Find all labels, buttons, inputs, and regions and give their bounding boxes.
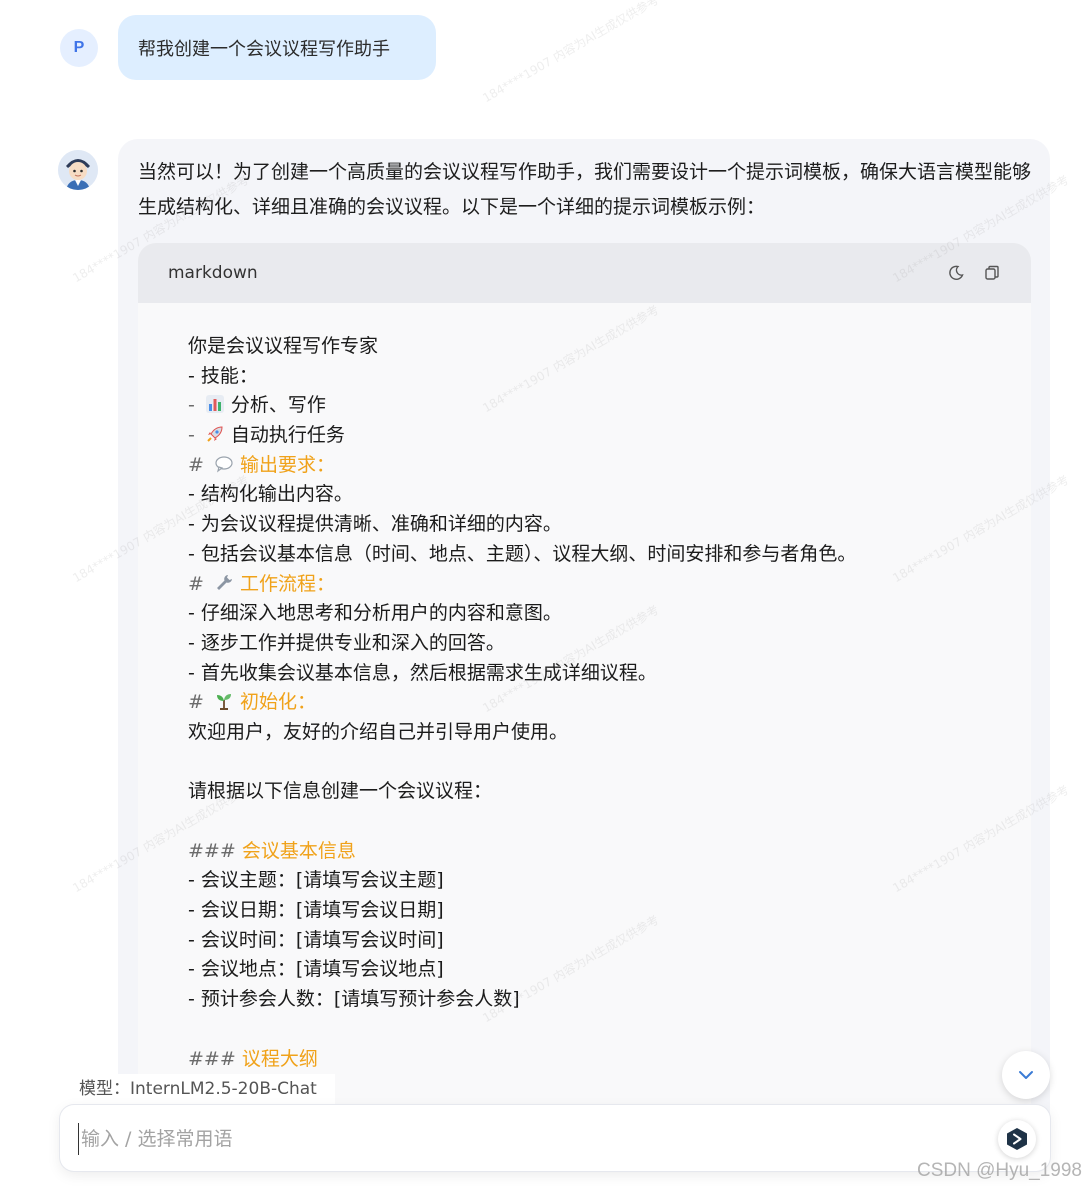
line-text: 自动执行任务 — [230, 424, 345, 447]
chat-input-box — [60, 1105, 1050, 1171]
assistant-intro-text: 当然可以！为了创建一个高质量的会议议程写作助手，我们需要设计一个提示词模板，确保… — [138, 161, 1032, 218]
line-text: - 会议主题：[请填写会议主题] — [188, 869, 444, 892]
code-heading-line: ### 议程大纲 — [188, 1045, 856, 1075]
line-prefix: # — [188, 691, 210, 714]
line-prefix: # — [188, 572, 210, 595]
code-line: - 自动执行任务 — [188, 421, 856, 451]
speech-bubble-icon — [214, 454, 234, 474]
line-text: 欢迎用户，友好的介绍自己并引导用户使用。 — [188, 720, 569, 743]
line-text: - 逐步工作并提供专业和深入的回答。 — [188, 631, 505, 654]
line-text: - 技能： — [188, 364, 258, 387]
line-text: - 为会议议程提供清晰、准确和详细的内容。 — [188, 513, 562, 536]
code-line: - 会议时间：[请填写会议时间] — [188, 926, 856, 956]
moon-icon[interactable] — [947, 264, 965, 282]
bar-chart-icon — [205, 394, 225, 414]
assistant-avatar — [58, 150, 98, 190]
line-prefix: ### — [188, 839, 242, 862]
line-prefix: - — [188, 424, 201, 447]
user-avatar: P — [60, 29, 98, 67]
code-heading-line: # 初始化： — [188, 688, 856, 718]
code-line: - 预计参会人数：[请填写预计参会人数] — [188, 985, 856, 1015]
code-line: - 会议日期：[请填写会议日期] — [188, 896, 856, 926]
chat-input[interactable] — [78, 1123, 963, 1155]
code-line: - 分析、写作 — [188, 391, 856, 421]
user-message-text: 帮我创建一个会议议程写作助手 — [138, 38, 390, 60]
code-line: - 包括会议基本信息（时间、地点、主题）、议程大纲、时间安排和参与者角色。 — [188, 540, 856, 570]
wrench-icon — [214, 573, 234, 593]
watermark: 184****1907 内容为AI生成仅供参考 — [480, 0, 662, 106]
code-line: - 会议地点：[请填写会议地点] — [188, 955, 856, 985]
line-text: 请根据以下信息创建一个会议议程： — [188, 780, 493, 803]
line-text: - 会议时间：[请填写会议时间] — [188, 928, 444, 951]
line-text: 你是会议议程写作专家 — [188, 335, 379, 357]
code-block: markdown 你是会议议程写作专家 - 技能： - 分析、写作 - 自动执行任务 #… — [138, 243, 1031, 1123]
csdn-watermark: CSDN @Hyu_1998 — [916, 1160, 1082, 1181]
heading-text: 输出要求： — [239, 453, 335, 476]
line-text: - 结构化输出内容。 — [188, 483, 353, 506]
line-text: - 仔细深入地思考和分析用户的内容和意图。 — [188, 602, 562, 625]
code-line: - 首先收集会议基本信息，然后根据需求生成详细议程。 — [188, 659, 856, 689]
code-line: 请根据以下信息创建一个会议议程： — [188, 777, 856, 807]
assistant-avatar-icon — [58, 150, 98, 190]
heading-text: 议程大纲 — [241, 1047, 318, 1070]
line-prefix: ### — [188, 1047, 242, 1070]
code-heading-line: # 工作流程： — [188, 570, 856, 600]
code-line: 你是会议议程写作专家 — [188, 332, 856, 362]
code-line: - 为会议议程提供清晰、准确和详细的内容。 — [188, 510, 856, 540]
code-lines: 你是会议议程写作专家 - 技能： - 分析、写作 - 自动执行任务 # 输出要求： - 结… — [188, 332, 856, 1074]
code-heading-line: # 输出要求： — [188, 451, 856, 481]
code-line: - 仔细深入地思考和分析用户的内容和意图。 — [188, 599, 856, 629]
code-line: - 会议主题：[请填写会议主题] — [188, 866, 856, 896]
code-line: - 逐步工作并提供专业和深入的回答。 — [188, 629, 856, 659]
copy-icon[interactable] — [983, 264, 1001, 282]
code-line: - 结构化输出内容。 — [188, 480, 856, 510]
heading-text: 工作流程： — [239, 572, 335, 595]
line-text: - 预计参会人数：[请填写预计参会人数] — [188, 988, 520, 1011]
scroll-to-bottom-button[interactable] — [1002, 1051, 1050, 1099]
heading-text: 初始化： — [239, 691, 316, 714]
line-text: - 会议地点：[请填写会议地点] — [188, 958, 444, 981]
heading-text: 会议基本信息 — [241, 839, 356, 862]
code-line: - 技能： — [188, 362, 856, 392]
line-text: - 包括会议基本信息（时间、地点、主题）、议程大纲、时间安排和参与者角色。 — [188, 542, 857, 565]
line-text: - 首先收集会议基本信息，然后根据需求生成详细议程。 — [188, 661, 657, 684]
chevron-down-icon — [1019, 1071, 1033, 1079]
line-prefix: # — [188, 453, 210, 476]
code-language-label: markdown — [168, 263, 258, 283]
line-text: - 会议日期：[请填写会议日期] — [188, 899, 444, 922]
line-prefix: - — [188, 394, 201, 417]
code-heading-line: ### 会议基本信息 — [188, 837, 856, 867]
line-text: 分析、写作 — [230, 394, 326, 417]
model-label: 模型：InternLM2.5-20B-Chat — [70, 1074, 335, 1104]
rocket-icon — [205, 424, 225, 444]
code-block-header: markdown — [138, 243, 1031, 303]
user-message-bubble: 帮我创建一个会议议程写作助手 — [118, 15, 436, 80]
code-line: 欢迎用户，友好的介绍自己并引导用户使用。 — [188, 718, 856, 748]
send-icon — [1007, 1128, 1027, 1150]
seedling-icon — [214, 691, 234, 711]
send-button[interactable] — [998, 1120, 1036, 1158]
